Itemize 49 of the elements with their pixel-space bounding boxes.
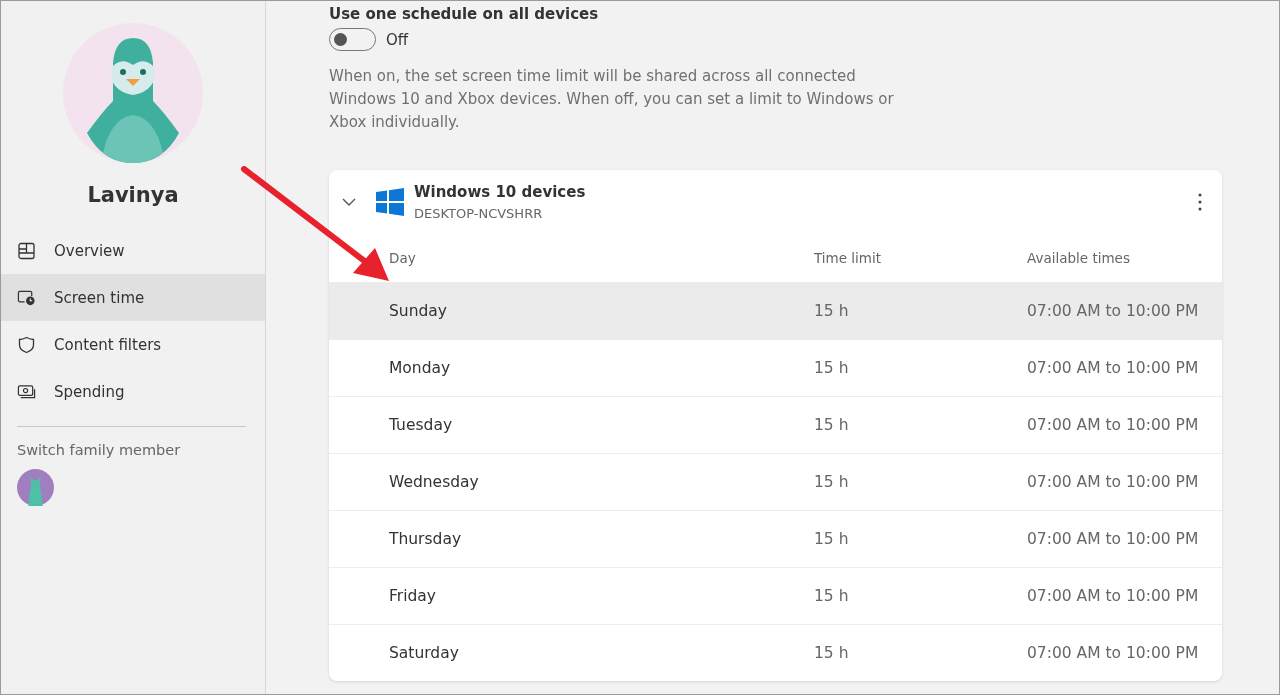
schedule-description: When on, the set screen time limit will be shared across all connected Windows 10 and Xbox devices. When off, you can set a limit to Windows or Xbox individually.	[329, 66, 895, 133]
day-cell-text: Friday	[389, 587, 437, 605]
available-times-cell-text: 07:00 AM to 10:00 PM	[1027, 359, 1200, 377]
time-limit-cell-text: 15 h	[814, 473, 850, 491]
day-cell-text: Saturday	[389, 644, 460, 662]
available-times-cell-text: 07:00 AM to 10:00 PM	[1027, 416, 1200, 434]
schedule-title: Use one schedule on all devices	[329, 5, 600, 23]
day-cell-text: Monday	[389, 359, 452, 377]
schedule-row[interactable]: Wednesday 15 h 07:00 AM to 10:00 PM	[329, 453, 1222, 510]
column-header: Day	[389, 250, 417, 266]
shield-icon	[17, 335, 36, 354]
schedule-row[interactable]: Monday 15 h 07:00 AM to 10:00 PM	[329, 339, 1222, 396]
available-times-cell-text: 07:00 AM to 10:00 PM	[1027, 302, 1200, 320]
time-limit-cell-text: 15 h	[814, 644, 850, 662]
nav-item[interactable]: Spending	[1, 368, 265, 415]
money-icon	[17, 382, 36, 401]
column-header: Time limit	[814, 250, 883, 266]
time-limit-cell-text: 15 h	[814, 587, 850, 605]
day-cell-text: Sunday	[389, 302, 448, 320]
chevron-icon[interactable]	[341, 197, 357, 207]
toggle-state-label: Off	[386, 30, 409, 49]
time-limit-cell-text: 15 h	[814, 302, 850, 320]
schedule-row[interactable]: Thursday 15 h 07:00 AM to 10:00 PM	[329, 510, 1222, 567]
day-cell-text: Wednesday	[389, 473, 480, 491]
nav-item[interactable]: Screen time	[1, 274, 265, 321]
time-limit-cell-text: 15 h	[814, 359, 850, 377]
device-name: DESKTOP-NCVSHRR	[414, 206, 544, 221]
schedule-row[interactable]: Tuesday 15 h 07:00 AM to 10:00 PM	[329, 396, 1222, 453]
switch-member-label: Switch family member	[17, 442, 182, 458]
screen-clock-icon	[17, 288, 36, 307]
available-times-cell-text: 07:00 AM to 10:00 PM	[1027, 644, 1200, 662]
available-times-cell-text: 07:00 AM to 10:00 PM	[1027, 530, 1200, 548]
schedule-row[interactable]: Friday 15 h 07:00 AM to 10:00 PM	[329, 567, 1222, 624]
grid-icon	[17, 241, 36, 260]
windows-logo-icon	[376, 188, 404, 216]
device-group-title: Windows 10 devices	[414, 183, 587, 201]
column-header: Available times	[1027, 250, 1131, 266]
more-options-icon[interactable]	[1198, 193, 1202, 211]
day-cell-text: Thursday	[389, 530, 463, 548]
nav-item[interactable]: Content filters	[1, 321, 265, 368]
time-limit-cell-text: 15 h	[814, 416, 850, 434]
nav-item[interactable]: Overview	[1, 227, 265, 274]
available-times-cell-text: 07:00 AM to 10:00 PM	[1027, 587, 1200, 605]
schedule-row[interactable]: Sunday 15 h 07:00 AM to 10:00 PM	[329, 282, 1222, 339]
schedule-row[interactable]: Saturday 15 h 07:00 AM to 10:00 PM	[329, 624, 1222, 681]
profile-name: Lavinya	[86, 183, 180, 207]
day-cell-text: Tuesday	[389, 416, 454, 434]
available-times-cell-text: 07:00 AM to 10:00 PM	[1027, 473, 1200, 491]
time-limit-cell-text: 15 h	[814, 530, 850, 548]
